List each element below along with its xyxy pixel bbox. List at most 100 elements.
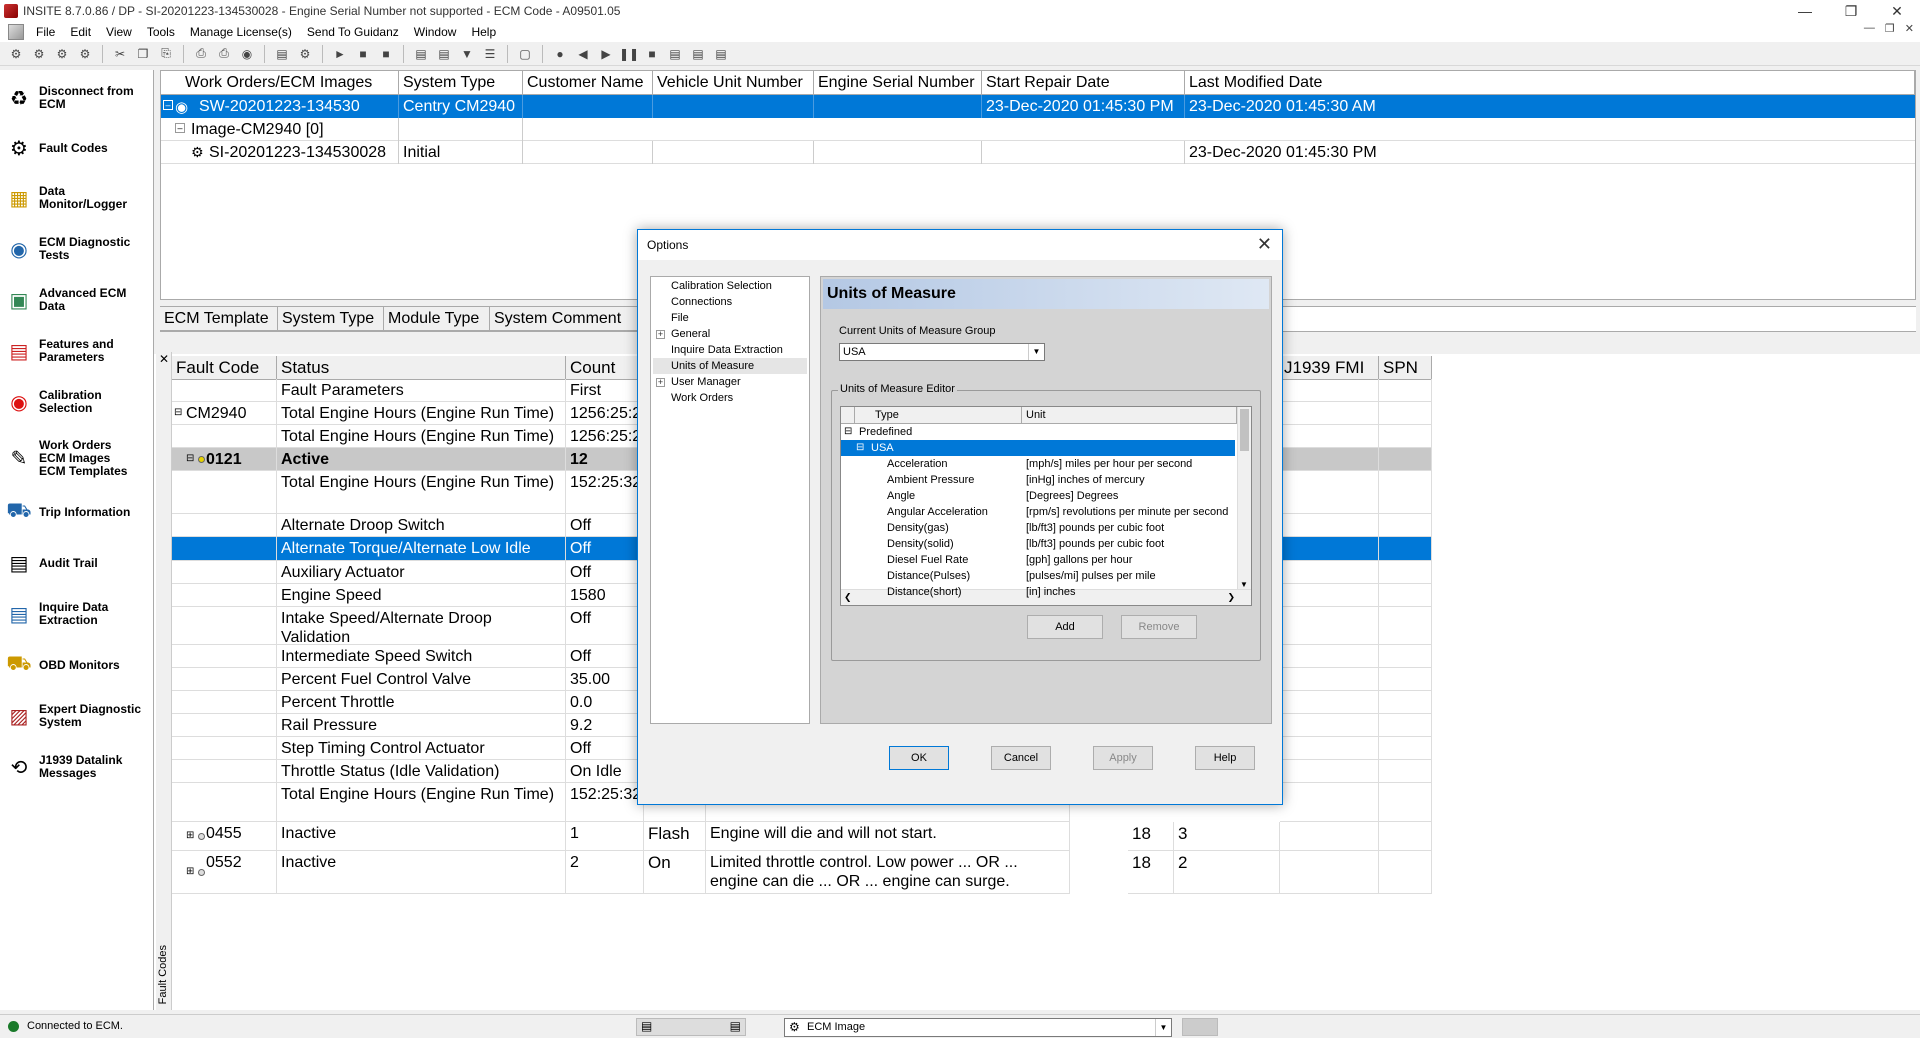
stop-icon[interactable]: ■	[642, 45, 662, 63]
menu-manage-licenses[interactable]: Manage License(s)	[184, 25, 301, 39]
close-icon[interactable]: ✕	[1874, 0, 1920, 22]
grid-row[interactable]: Acceleration [mph/s] miles per hour per s…	[841, 456, 1235, 472]
tree-item-work-orders[interactable]: Work Orders	[671, 390, 733, 406]
grid-row[interactable]: Distance(Pulses) [pulses/mi] pulses per m…	[841, 568, 1235, 584]
add-button[interactable]: Add	[1027, 615, 1103, 639]
sidebar-item-calibration[interactable]: ◉ Calibration Selection	[4, 380, 152, 424]
menu-file[interactable]: File	[30, 25, 64, 39]
tool-icon-1[interactable]: ⚙	[6, 45, 26, 63]
grid-row[interactable]: Ambient Pressure [inHg] inches of mercury	[841, 472, 1235, 488]
sort-icon[interactable]: ☰	[480, 45, 500, 63]
sidebar-item-data-monitor[interactable]: ▦ Data Monitor/Logger	[4, 176, 152, 220]
grid-row-selected[interactable]: ⊟ USA	[841, 440, 1235, 456]
tree-item-calibration-selection[interactable]: Calibration Selection	[671, 278, 772, 294]
collapse-icon[interactable]: –	[163, 100, 173, 110]
col-header-type[interactable]: Type	[855, 407, 1022, 424]
grid-row[interactable]: Density(solid) [lb/ft3] pounds per cubic …	[841, 536, 1235, 552]
units-group-select[interactable]: USA ▼	[839, 343, 1045, 361]
minimize-icon[interactable]: —	[1782, 0, 1828, 22]
sidebar-item-advanced-ecm[interactable]: ▣ Advanced ECM Data	[4, 278, 152, 322]
binoculars-icon[interactable]: ◉	[237, 45, 257, 63]
rewind-icon[interactable]: ◀	[573, 45, 593, 63]
grid-row[interactable]: ⊟ Predefined	[841, 424, 1235, 440]
scroll-thumb[interactable]	[1240, 409, 1249, 451]
col-header-last-modified[interactable]: Last Modified Date	[1185, 71, 1915, 95]
col-header-ecm-template[interactable]: ECM Template	[160, 307, 278, 331]
close-icon[interactable]: ✕	[159, 352, 169, 366]
menu-view[interactable]: View	[100, 25, 141, 39]
col-header-vehicle-unit[interactable]: Vehicle Unit Number	[653, 71, 814, 95]
sidebar-item-disconnect[interactable]: ♻ Disconnect from ECM	[4, 76, 152, 120]
copy-icon[interactable]: ❐	[133, 45, 153, 63]
folder-icon[interactable]: ▤	[411, 45, 431, 63]
folder-open-icon[interactable]: ▤	[434, 45, 454, 63]
remove-button[interactable]: Remove	[1121, 615, 1197, 639]
sidebar-item-trip[interactable]: ⛟ Trip Information	[4, 490, 152, 534]
sidebar-item-obd[interactable]: ⛟ OBD Monitors	[4, 643, 152, 687]
chevron-down-icon[interactable]: ▼	[1240, 580, 1248, 589]
collapse-icon[interactable]: ⊟	[174, 407, 182, 418]
ecm-image-combo[interactable]: ⚙ ECM Image ▼	[784, 1018, 1172, 1037]
menu-help[interactable]: Help	[465, 25, 505, 39]
tree-item-general[interactable]: General	[671, 326, 710, 342]
sidebar-item-audit[interactable]: ▤ Audit Trail	[4, 541, 152, 585]
table-row[interactable]: – Image-CM2940 [0]	[161, 118, 1915, 141]
pause-icon[interactable]: ❚❚	[619, 45, 639, 63]
sidebar-item-inquire[interactable]: ▤ Inquire Data Extraction	[4, 592, 152, 636]
expand-icon[interactable]: ⊟	[186, 453, 194, 464]
menu-edit[interactable]: Edit	[64, 25, 100, 39]
export2-icon[interactable]: ▤	[688, 45, 708, 63]
col-header-spn[interactable]: SPN	[1379, 356, 1432, 380]
restore-icon[interactable]: ❐	[1828, 0, 1874, 22]
col-header-unit[interactable]: Unit	[1022, 407, 1237, 424]
col-header-j1939-fmi[interactable]: J1939 FMI	[1280, 356, 1379, 380]
table-row[interactable]: ⚙ SI-20201223-134530028 Initial 23-Dec-2…	[161, 141, 1915, 164]
chevron-down-icon[interactable]: ▼	[1028, 344, 1044, 360]
ok-button[interactable]: OK	[889, 746, 949, 770]
help-button[interactable]: Help	[1195, 746, 1255, 770]
sidebar-item-features[interactable]: ▤ Features and Parameters	[4, 329, 152, 373]
apply-button[interactable]: Apply	[1093, 746, 1153, 770]
grid-row[interactable]: Density(gas) [lb/ft3] pounds per cubic fo…	[841, 520, 1235, 536]
menu-window[interactable]: Window	[408, 25, 466, 39]
export3-icon[interactable]: ▤	[711, 45, 731, 63]
filter-icon[interactable]: ▼	[457, 45, 477, 63]
sidebar-item-ecm-diagnostic[interactable]: ◉ ECM Diagnostic Tests	[4, 227, 152, 271]
sidebar-item-j1939[interactable]: ⟲ J1939 Datalink Messages	[4, 745, 152, 789]
grid-row[interactable]: Diesel Fuel Rate [gph] gallons per hour	[841, 552, 1235, 568]
sidebar-item-expert[interactable]: ▨ Expert Diagnostic System	[4, 694, 152, 738]
tree-item-file[interactable]: File	[671, 310, 689, 326]
col-header-engine-serial[interactable]: Engine Serial Number	[814, 71, 982, 95]
collapse-icon[interactable]: ⊟	[856, 440, 864, 456]
menu-send-to-guidanz[interactable]: Send To Guidanz	[301, 25, 408, 39]
col-header-work-orders[interactable]: Work Orders/ECM Images	[161, 71, 399, 95]
print-preview-icon[interactable]: ⎙	[214, 45, 234, 63]
col-header-status[interactable]: Status	[277, 356, 566, 380]
expand-icon[interactable]: +	[656, 378, 665, 387]
tree-item-user-manager[interactable]: User Manager	[671, 374, 741, 390]
close-icon[interactable]: ✕	[1257, 234, 1272, 255]
expand-icon[interactable]: ⊞	[186, 866, 194, 877]
paste-icon[interactable]: ⎘	[156, 45, 176, 63]
tool-icon-3[interactable]: ⚙	[52, 45, 72, 63]
col-header-customer-name[interactable]: Customer Name	[523, 71, 653, 95]
col-header-fault-code[interactable]: Fault Code	[172, 356, 277, 380]
sidebar-item-fault-codes[interactable]: ⚙ Fault Codes	[4, 126, 152, 170]
menu-tools[interactable]: Tools	[141, 25, 184, 39]
col-header-template-system-type[interactable]: System Type	[278, 307, 384, 331]
chevron-down-icon[interactable]: ▼	[1155, 1019, 1171, 1036]
tree-item-connections[interactable]: Connections	[671, 294, 732, 310]
mdi-minimize-icon[interactable]: —	[1864, 22, 1875, 35]
export-icon[interactable]: ▤	[665, 45, 685, 63]
tree-item-inquire-data-extraction[interactable]: Inquire Data Extraction	[671, 342, 783, 358]
page-icon[interactable]: ▢	[515, 45, 535, 63]
document-icon[interactable]	[8, 24, 24, 40]
collapse-icon[interactable]: ⊟	[844, 424, 852, 440]
grid-row[interactable]: Angular Acceleration [rpm/s] revolutions …	[841, 504, 1235, 520]
cancel-button[interactable]: Cancel	[991, 746, 1051, 770]
tool-icon-2[interactable]: ⚙	[29, 45, 49, 63]
table-row-selected[interactable]: – ◉ SW-20201223-134530 Centry CM2940 23-…	[161, 95, 1915, 118]
col-header-module-type[interactable]: Module Type	[384, 307, 490, 331]
mdi-restore-icon[interactable]: ❐	[1885, 22, 1895, 35]
sidebar-item-work-orders[interactable]: ✎ Work Orders ECM Images ECM Templates	[4, 430, 152, 486]
